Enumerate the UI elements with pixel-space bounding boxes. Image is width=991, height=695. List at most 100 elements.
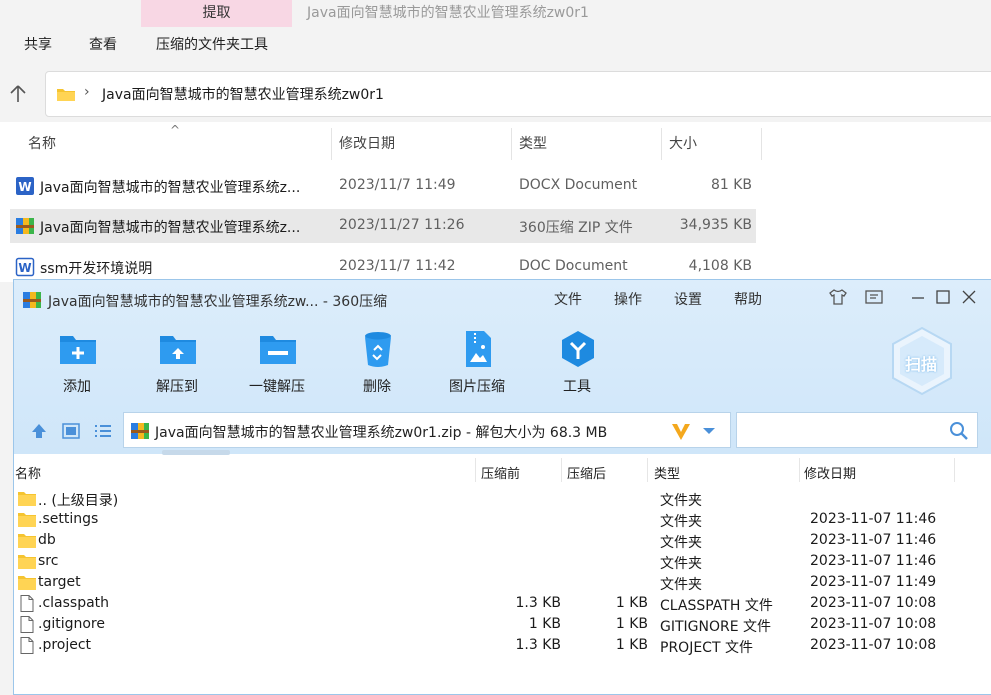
zip-row-type: PROJECT 文件 <box>660 640 753 656</box>
file-icon <box>20 595 34 612</box>
zip-list-row[interactable]: .classpath 1.3 KB 1 KB CLASSPATH 文件 2023-11-… <box>14 593 991 614</box>
zip-column-before[interactable]: 压缩前 <box>481 463 520 482</box>
file-icon <box>20 637 34 654</box>
zip-archive-icon <box>16 218 34 234</box>
folder-icon <box>18 492 36 506</box>
zip-row-size-before: 1.3 KB <box>515 637 562 653</box>
archive-search-input[interactable] <box>736 412 978 448</box>
add-label: 添加 <box>63 379 91 395</box>
tools-hexagon-icon <box>562 331 594 367</box>
zip-row-type: CLASSPATH 文件 <box>660 598 773 614</box>
column-header-type[interactable]: 类型 <box>511 128 662 160</box>
folder-add-icon <box>60 336 96 364</box>
close-icon[interactable] <box>958 286 980 308</box>
extract-to-label: 解压到 <box>156 379 198 395</box>
column-divider <box>954 458 955 482</box>
zip-row-size-after: 1 KB <box>615 595 648 611</box>
add-button[interactable]: 添加 <box>32 328 122 398</box>
feedback-message-icon[interactable] <box>863 286 885 308</box>
zip-list-row[interactable]: .project 1.3 KB 1 KB PROJECT 文件 2023-11-07 1… <box>14 635 991 656</box>
column-header-size[interactable]: 大小 <box>661 128 762 160</box>
zip-row-type: 文件夹 <box>660 535 702 551</box>
image-compress-label: 图片压缩 <box>449 379 505 395</box>
zip-list-row[interactable]: .gitignore 1 KB 1 KB GITIGNORE 文件 2023-11-07… <box>14 614 991 635</box>
image-compress-button[interactable]: 图片压缩 <box>432 328 522 398</box>
tab-view[interactable]: 查看 <box>89 34 117 56</box>
up-level-icon[interactable] <box>29 421 49 441</box>
file-type: DOC Document <box>519 258 628 274</box>
folder-extract-icon <box>160 336 196 364</box>
tab-compressed-folder-tools[interactable]: 压缩的文件夹工具 <box>156 34 268 56</box>
folder-icon <box>18 513 36 527</box>
up-arrow-icon[interactable] <box>6 82 30 106</box>
menu-file[interactable]: 文件 <box>554 289 582 309</box>
security-check-v-icon[interactable] <box>669 419 693 443</box>
file-type: DOCX Document <box>519 177 638 193</box>
tools-label: 工具 <box>563 379 591 395</box>
file-name: ssm开发环境说明 <box>40 261 153 277</box>
zip-row-name: .classpath <box>38 595 110 611</box>
folder-icon <box>18 576 36 590</box>
file-type: 360压缩 ZIP 文件 <box>519 220 633 236</box>
zip-column-after[interactable]: 压缩后 <box>567 463 606 482</box>
zip-row-name: .project <box>38 637 92 653</box>
zip-column-type[interactable]: 类型 <box>654 463 680 482</box>
zip-column-name[interactable]: 名称 <box>15 463 41 482</box>
tools-button[interactable]: 工具 <box>532 328 622 398</box>
menu-operation[interactable]: 操作 <box>614 289 642 309</box>
zip-archive-icon <box>131 423 149 439</box>
archive-path-text: Java面向智慧城市的智慧农业管理系统zw0r1.zip - 解包大小为 68.… <box>155 425 608 441</box>
zip-row-date: 2023-11-07 10:08 <box>810 595 937 611</box>
zip-column-date[interactable]: 修改日期 <box>804 463 856 482</box>
zip-row-date: 2023-11-07 11:46 <box>810 532 937 548</box>
tab-share[interactable]: 共享 <box>24 34 52 56</box>
minimize-icon[interactable] <box>907 286 929 308</box>
thumbnail-view-icon[interactable] <box>61 421 81 441</box>
explorer-ribbon: 提取 Java面向智慧城市的智慧农业管理系统zw0r1 共享 查看 压缩的文件夹… <box>0 0 991 62</box>
breadcrumb-path[interactable]: Java面向智慧城市的智慧农业管理系统zw0r1 <box>102 84 384 104</box>
folder-icon <box>57 89 75 101</box>
zip-row-type: 文件夹 <box>660 514 702 530</box>
menu-settings[interactable]: 设置 <box>674 289 702 309</box>
zip-window-title: Java面向智慧城市的智慧农业管理系统zw... - 360压缩 <box>48 294 388 310</box>
file-icon <box>20 616 34 633</box>
delete-button[interactable]: 删除 <box>332 328 422 398</box>
zip-list-row[interactable]: .. (上级目录) 文件夹 <box>14 488 991 509</box>
zip-list-row[interactable]: .settings 文件夹 2023-11-07 11:46 <box>14 509 991 530</box>
address-bar[interactable]: › Java面向智慧城市的智慧农业管理系统zw0r1 <box>45 71 991 117</box>
zip-list-row[interactable]: src 文件夹 2023-11-07 11:46 <box>14 551 991 572</box>
one-click-extract-button[interactable]: 一键解压 <box>232 328 322 398</box>
list-view-icon[interactable] <box>93 421 113 441</box>
file-date: 2023/11/7 11:42 <box>339 258 456 274</box>
explorer-window-title: Java面向智慧城市的智慧农业管理系统zw0r1 <box>307 5 589 21</box>
folder-icon <box>18 555 36 569</box>
folder-one-click-icon <box>260 336 296 364</box>
scroll-thumb[interactable] <box>162 450 230 455</box>
menu-help[interactable]: 帮助 <box>734 289 762 309</box>
file-date: 2023/11/27 11:26 <box>339 217 465 233</box>
zip-row-name: src <box>38 553 59 569</box>
zip-row-name: target <box>38 574 81 590</box>
scan-button[interactable]: 扫描 <box>890 326 954 396</box>
breadcrumb-chevron-icon: › <box>84 84 90 100</box>
delete-label: 删除 <box>363 379 391 395</box>
chevron-down-icon[interactable] <box>702 427 716 435</box>
column-header-date[interactable]: 修改日期 <box>331 128 512 160</box>
file-row-selected[interactable]: Java面向智慧城市的智慧农业管理系统z... 2023/11/27 11:26… <box>10 209 756 243</box>
column-header-name[interactable]: 名称 <box>20 128 332 160</box>
skin-shirt-icon[interactable] <box>827 286 849 308</box>
extract-to-button[interactable]: 解压到 <box>132 328 222 398</box>
maximize-icon[interactable] <box>932 286 954 308</box>
archive-path-bar[interactable]: Java面向智慧城市的智慧农业管理系统zw0r1.zip - 解包大小为 68.… <box>123 412 731 448</box>
tab-extract[interactable]: 提取 <box>141 0 292 27</box>
file-size: 81 KB <box>710 177 752 193</box>
image-compress-icon <box>466 331 491 367</box>
zip-row-name: db <box>38 532 56 548</box>
search-icon[interactable] <box>949 421 969 441</box>
zip-row-name: .. (上级目录) <box>38 493 119 509</box>
file-row[interactable]: W Java面向智慧城市的智慧农业管理系统z... 2023/11/7 11:4… <box>10 169 756 203</box>
file-date: 2023/11/7 11:49 <box>339 177 456 193</box>
zip-list-row[interactable]: target 文件夹 2023-11-07 11:49 <box>14 572 991 593</box>
recycle-bin-icon <box>365 332 391 367</box>
zip-list-row[interactable]: db 文件夹 2023-11-07 11:46 <box>14 530 991 551</box>
